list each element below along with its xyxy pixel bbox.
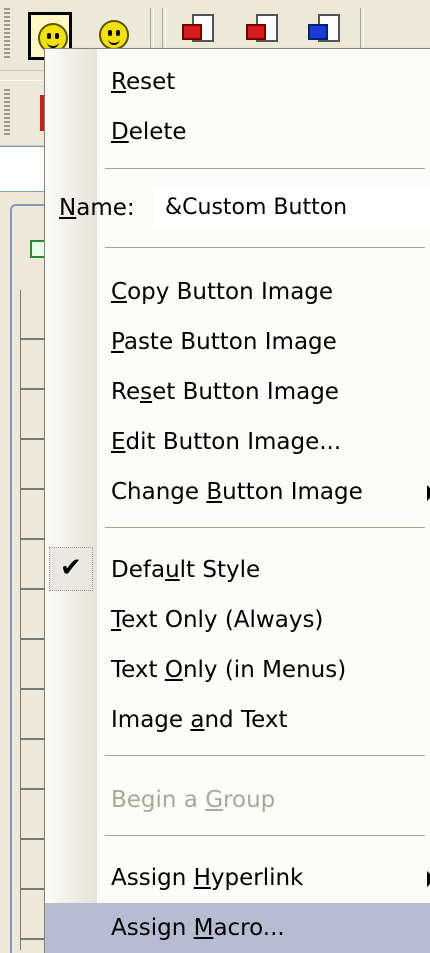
- menu-item-label: Copy Button Image: [111, 279, 334, 305]
- menu-item-label: Delete: [111, 119, 187, 145]
- menu-item-change-button-image[interactable]: Change Button Image: [45, 467, 430, 517]
- menu-item-edit-button-image[interactable]: Edit Button Image...: [45, 417, 430, 467]
- menu-item-label: Text Only (Always): [111, 607, 324, 633]
- menu-item-reset-button-image[interactable]: Reset Button Image: [45, 367, 430, 417]
- menu-separator: [105, 247, 425, 248]
- name-input[interactable]: [155, 187, 430, 227]
- red-form-button-icon[interactable]: [180, 14, 216, 48]
- menu-item-label: Paste Button Image: [111, 329, 337, 355]
- toolbar-grip[interactable]: [4, 89, 10, 135]
- menu-item-begin-a-group[interactable]: Begin a Group: [45, 775, 430, 825]
- menu-item-label: Change Button Image: [111, 479, 363, 505]
- checkmark-box: ✔: [49, 547, 93, 591]
- menu-item-label: Image and Text: [111, 707, 288, 733]
- menu-item-assign-macro[interactable]: Assign Macro...: [45, 903, 430, 953]
- menu-item-delete[interactable]: Delete: [45, 107, 430, 157]
- menu-separator: [105, 835, 425, 836]
- menu-separator: [105, 755, 425, 756]
- menu-item-label: Reset Button Image: [111, 379, 339, 405]
- menu-item-copy-button-image[interactable]: Copy Button Image: [45, 267, 430, 317]
- menu-item-text-only-in-menus[interactable]: Text Only (in Menus): [45, 645, 430, 695]
- menu-item-paste-button-image[interactable]: Paste Button Image: [45, 317, 430, 367]
- menu-item-label: Begin a Group: [111, 787, 276, 813]
- menu-separator: [105, 527, 425, 528]
- blue-form-button-icon[interactable]: [306, 14, 342, 48]
- smiley-icon: [99, 20, 129, 50]
- menu-item-assign-hyperlink[interactable]: Assign Hyperlink: [45, 853, 430, 903]
- menu-item-label: Text Only (in Menus): [111, 657, 347, 683]
- checkmark-icon: ✔: [60, 553, 82, 583]
- menu-item-label: Assign Macro...: [111, 915, 285, 941]
- menu-item-label: Default Style: [111, 557, 261, 583]
- button-context-menu: Reset Delete Name: Copy Button Image Pas…: [44, 48, 430, 953]
- toolbar-grip[interactable]: [4, 8, 10, 60]
- menu-item-default-style[interactable]: ✔ Default Style: [45, 545, 430, 595]
- menu-item-image-and-text[interactable]: Image and Text: [45, 695, 430, 745]
- menu-item-reset[interactable]: Reset: [45, 57, 430, 107]
- menu-separator: [105, 168, 425, 169]
- menu-item-label: Reset: [111, 69, 176, 95]
- red-form-button-icon[interactable]: [244, 14, 280, 48]
- screen: Reset Delete Name: Copy Button Image Pas…: [0, 0, 430, 953]
- name-label: Name:: [59, 195, 135, 221]
- menu-name-row: Name:: [45, 183, 430, 233]
- menu-item-label: Assign Hyperlink: [111, 865, 304, 891]
- menu-item-text-only-always[interactable]: Text Only (Always): [45, 595, 430, 645]
- menu-item-label: Edit Button Image...: [111, 429, 342, 455]
